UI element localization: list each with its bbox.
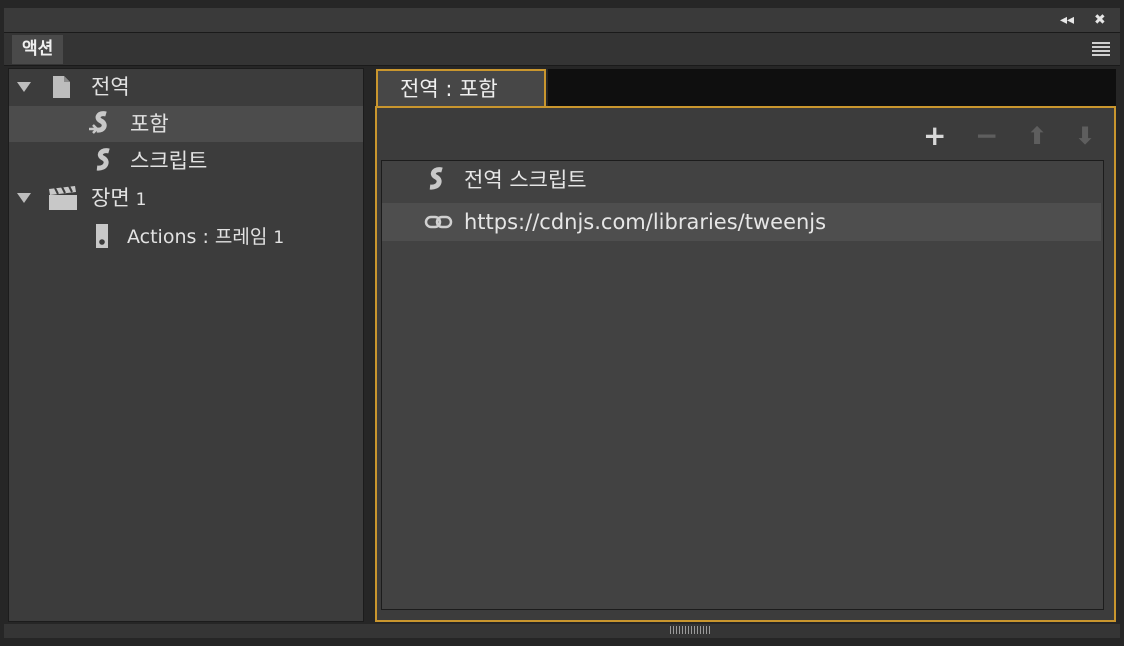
- list-item[interactable]: https://cdnjs.com/libraries/tweenjs: [382, 203, 1101, 241]
- move-down-button[interactable]: ⬇: [1075, 122, 1095, 150]
- tree-item-script[interactable]: 스크립트: [9, 143, 363, 179]
- collapse-panel-icon[interactable]: ◂◂: [1060, 12, 1074, 28]
- panel-resize-bar: [4, 624, 1120, 638]
- tree-item-label: Actions : 프레임 1: [127, 226, 285, 248]
- script-navigator-tree: 전역 포함 스크립트 장면 1 Actions: 프레임 1: [8, 68, 364, 622]
- editor-tab-strip: [548, 69, 1116, 106]
- tree-item-include[interactable]: 포함: [9, 106, 363, 142]
- include-path-list: 전역 스크립트 https://cdnjs.com/libraries/twee…: [381, 160, 1104, 610]
- add-path-button[interactable]: +: [923, 122, 946, 150]
- tree-item-frame-actions[interactable]: Actions : 프레임 1: [9, 217, 363, 253]
- remove-path-button[interactable]: −: [975, 122, 998, 150]
- tree-item-label: 전역: [91, 75, 130, 99]
- panel-tab-row: 액션: [4, 32, 1120, 66]
- list-item-label: https://cdnjs.com/libraries/tweenjs: [464, 210, 827, 234]
- list-item[interactable]: 전역 스크립트: [382, 161, 1101, 199]
- include-editor-pane: + − ⬆ ⬇ 전역 스크립트 https://cdnjs.com/librar…: [375, 106, 1116, 622]
- frame-icon: [96, 224, 108, 248]
- tab-actions[interactable]: 액션: [12, 35, 64, 64]
- scene-clapper-icon: [49, 185, 77, 210]
- tree-item-label: 포함: [130, 112, 169, 136]
- tree-item-scene[interactable]: 장면 1: [9, 180, 363, 216]
- tab-global-include[interactable]: 전역 : 포함: [376, 69, 546, 107]
- expand-arrow-icon[interactable]: [17, 193, 31, 203]
- link-icon: [424, 215, 453, 229]
- script-icon: [429, 167, 443, 190]
- tree-item-label: 스크립트: [130, 149, 208, 173]
- document-icon: [53, 76, 70, 98]
- expand-arrow-icon[interactable]: [17, 82, 31, 92]
- tree-item-global[interactable]: 전역: [9, 69, 363, 105]
- include-script-icon: [89, 111, 107, 134]
- script-icon: [96, 148, 110, 171]
- move-up-button[interactable]: ⬆: [1027, 122, 1047, 150]
- resize-grip-icon[interactable]: [670, 626, 710, 634]
- actions-panel-window: ◂◂ ✖ 액션 전역 포함 스크립트 장면 1 Actions: 프레임 1 …: [0, 0, 1124, 646]
- list-item-label: 전역 스크립트: [464, 168, 587, 192]
- panel-menu-icon[interactable]: [1092, 42, 1110, 56]
- close-panel-icon[interactable]: ✖: [1094, 12, 1106, 28]
- panel-title-bar: ◂◂ ✖: [4, 8, 1120, 32]
- tree-item-label: 장면 1: [91, 186, 147, 210]
